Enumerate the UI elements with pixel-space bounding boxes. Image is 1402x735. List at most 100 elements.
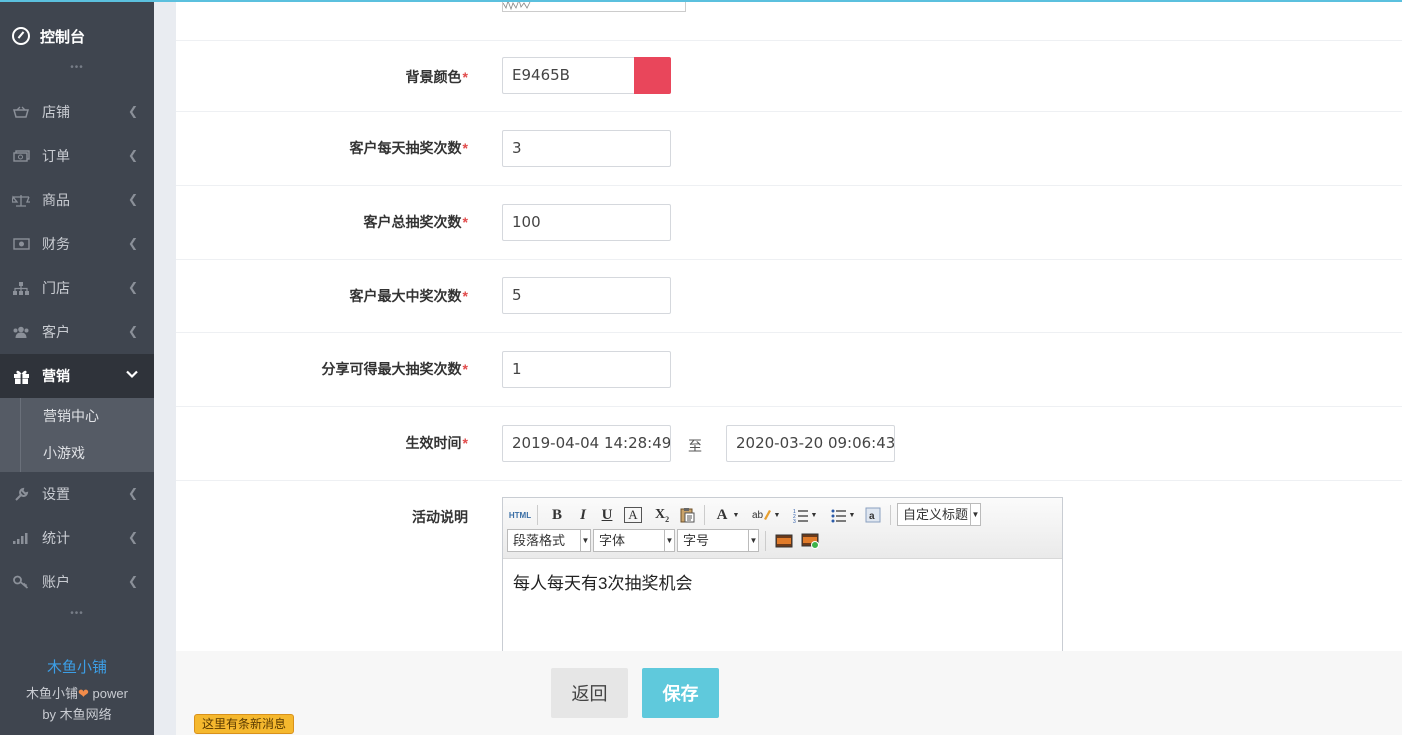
sidebar-item-dashboard[interactable]: 控制台 [0,0,154,70]
bg-color-label: 背景颜色* [405,69,468,85]
toolbar-divider [537,505,538,525]
font-family-select[interactable]: 字体 ▼ [593,529,675,552]
share-draws-input[interactable]: 1 [502,351,671,388]
svg-text:a: a [869,511,875,522]
italic-icon[interactable]: I [573,504,593,526]
sidebar-item-customers[interactable]: 客户 ❮ [0,310,154,354]
chevron-left-icon: ❮ [127,486,138,500]
heart-icon: ❤ [78,686,89,701]
sidebar-item-marketing[interactable]: 营销 [0,354,154,398]
sidebar-item-label: 设置 [42,486,70,502]
dashboard-label: 控制台 [40,29,86,46]
sidebar-item-settings[interactable]: 设置 ❮ [0,472,154,516]
subscript-icon[interactable]: X2 [651,504,673,526]
valid-time-label: 生效时间* [405,435,468,451]
chevron-left-icon: ❮ [127,280,138,294]
sidebar-item-finance[interactable]: 财务 ❮ [0,222,154,266]
divider-dots: ••• [70,62,84,73]
font-border-icon[interactable]: A [624,507,642,523]
chevron-left-icon: ❮ [127,192,138,206]
html-source-button[interactable]: HTML [507,504,533,526]
sidebar-item-label: 店铺 [42,104,70,120]
toolbar-divider [890,505,891,525]
max-wins-input[interactable]: 5 [502,277,671,314]
paste-icon[interactable] [677,504,697,526]
total-draws-input[interactable]: 100 [502,204,671,241]
submenu-item-mini-games[interactable]: 小游戏 [20,435,154,472]
sidebar-item-label: 门店 [42,280,70,296]
toolbar-divider [765,531,766,551]
custom-title-select[interactable]: 自定义标题 ▼ [897,503,981,526]
chevron-left-icon: ❮ [127,574,138,588]
sidebar: 控制台 ••• 店铺 ❮ 订单 ❮ 商品 ❮ 财务 ❮ 门店 ❮ 客户 ❮ 营销… [0,0,154,735]
chevron-left-icon: ❮ [127,236,138,250]
end-time-input[interactable]: 2020-03-20 09:06:43 [726,425,895,462]
sidebar-item-label: 财务 [42,236,70,252]
rich-text-editor: HTML B I U A X2 A ▼ ab ▼ 1 2 3 ▼ ▼ a 自定义… [502,497,1063,657]
paragraph-format-select[interactable]: 段落格式 ▼ [507,529,591,552]
sidebar-item-account[interactable]: 账户 ❮ [0,560,154,604]
color-swatch[interactable] [634,57,671,94]
daily-draws-input[interactable]: 3 [502,130,671,167]
sidebar-item-shop[interactable]: 店铺 ❮ [0,90,154,134]
chevron-left-icon: ❮ [127,104,138,118]
scale-icon [12,193,30,207]
top-accent-line [0,0,1402,2]
action-bar: 返回 保存 [176,651,1402,735]
editor-content[interactable]: 每人每天有3次抽奖机会 [503,559,1062,604]
underline-icon[interactable]: U [597,504,617,526]
chevron-left-icon: ❮ [127,148,138,162]
main-form: 背景颜色* E9465B 客户每天抽奖次数* 3 客户总抽奖次数* 100 客户… [176,0,1402,735]
sidebar-item-label: 商品 [42,192,70,208]
powered-by: 木鱼小铺❤ power [26,686,128,701]
cash-icon [12,237,30,251]
by-line: by 木鱼网络 [42,707,112,722]
users-icon [12,325,30,339]
sidebar-item-orders[interactable]: 订单 ❮ [0,134,154,178]
daily-draws-label: 客户每天抽奖次数* [349,140,468,156]
new-message-badge[interactable]: 这里有条新消息 [194,714,294,734]
compass-icon [12,27,30,45]
max-wins-label: 客户最大中奖次数* [349,288,468,304]
insert-image-icon[interactable] [773,530,795,552]
sidebar-item-stores[interactable]: 门店 ❮ [0,266,154,310]
anchor-icon[interactable]: a [863,504,883,526]
total-draws-label: 客户总抽奖次数* [363,214,468,230]
font-size-select[interactable]: 字号 ▼ [677,529,759,552]
back-button[interactable]: 返回 [551,668,628,718]
sidebar-item-label: 账户 [42,574,70,590]
form-row-share-draws: 分享可得最大抽奖次数* [176,333,1402,407]
sidebar-item-statistics[interactable]: 统计 ❮ [0,516,154,560]
wrench-icon [12,487,30,501]
key-icon [12,575,30,589]
unordered-list-icon[interactable]: ▼ [827,504,859,526]
save-button[interactable]: 保存 [642,668,719,718]
brand-link[interactable]: 木鱼小铺 [0,656,154,677]
chevron-down-icon [126,368,138,382]
chevron-left-icon: ❮ [127,530,138,544]
sidebar-footer: 木鱼小铺 木鱼小铺❤ power by 木鱼网络 [0,656,154,735]
share-draws-label: 分享可得最大抽奖次数* [321,361,468,377]
insert-media-icon[interactable] [799,530,821,552]
form-row-bg-color: 背景颜色* [176,41,1402,112]
sidebar-item-label: 营销 [42,368,70,384]
ordered-list-icon[interactable]: 1 2 3 ▼ [789,504,821,526]
form-row-total-draws: 客户总抽奖次数* [176,186,1402,260]
start-time-input[interactable]: 2019-04-04 14:28:49 [502,425,671,462]
toolbar-divider [704,505,705,525]
bold-icon[interactable]: B [547,504,567,526]
sidebar-item-products[interactable]: 商品 ❮ [0,178,154,222]
font-color-icon[interactable]: A ▼ [713,504,743,526]
money-icon [12,149,30,163]
highlight-icon[interactable]: ab ▼ [749,504,783,526]
sidebar-item-label: 订单 [42,148,70,164]
editor-toolbar: HTML B I U A X2 A ▼ ab ▼ 1 2 3 ▼ ▼ a 自定义… [503,498,1062,559]
gift-icon [12,369,30,384]
submenu-item-marketing-center[interactable]: 营销中心 [20,398,154,435]
form-row-daily-draws: 客户每天抽奖次数* [176,112,1402,186]
form-row-top [176,0,1402,41]
marketing-submenu: 营销中心 小游戏 [0,398,154,472]
bg-color-input[interactable]: E9465B [502,57,635,94]
sitemap-icon [12,281,30,295]
divider-dots: ••• [70,608,84,619]
